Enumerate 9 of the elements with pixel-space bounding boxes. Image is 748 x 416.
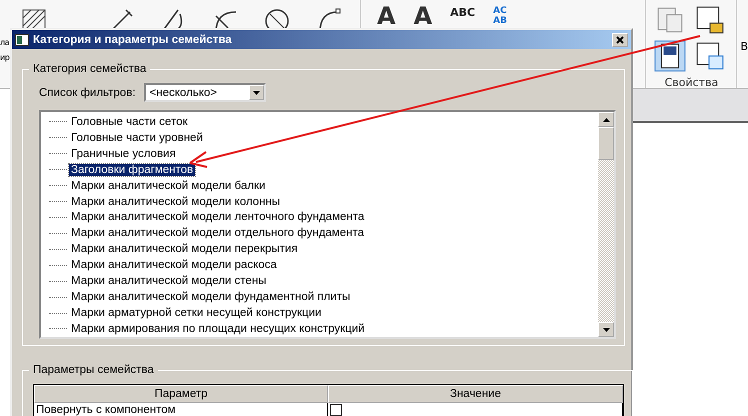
filter-label: Список фильтров: — [39, 86, 136, 98]
window-title: Категория и параметры семейства — [33, 34, 233, 46]
group-title: Параметры семейства — [32, 364, 155, 376]
ribbon-label: В — [739, 39, 748, 55]
panel-title: Свойства — [664, 76, 720, 91]
ribbon-label: ла — [0, 38, 9, 47]
group-title: Категория семейства — [32, 63, 148, 75]
ribbon-label: ир — [0, 53, 9, 62]
table-cell: Повернуть с компонентом — [34, 403, 328, 416]
